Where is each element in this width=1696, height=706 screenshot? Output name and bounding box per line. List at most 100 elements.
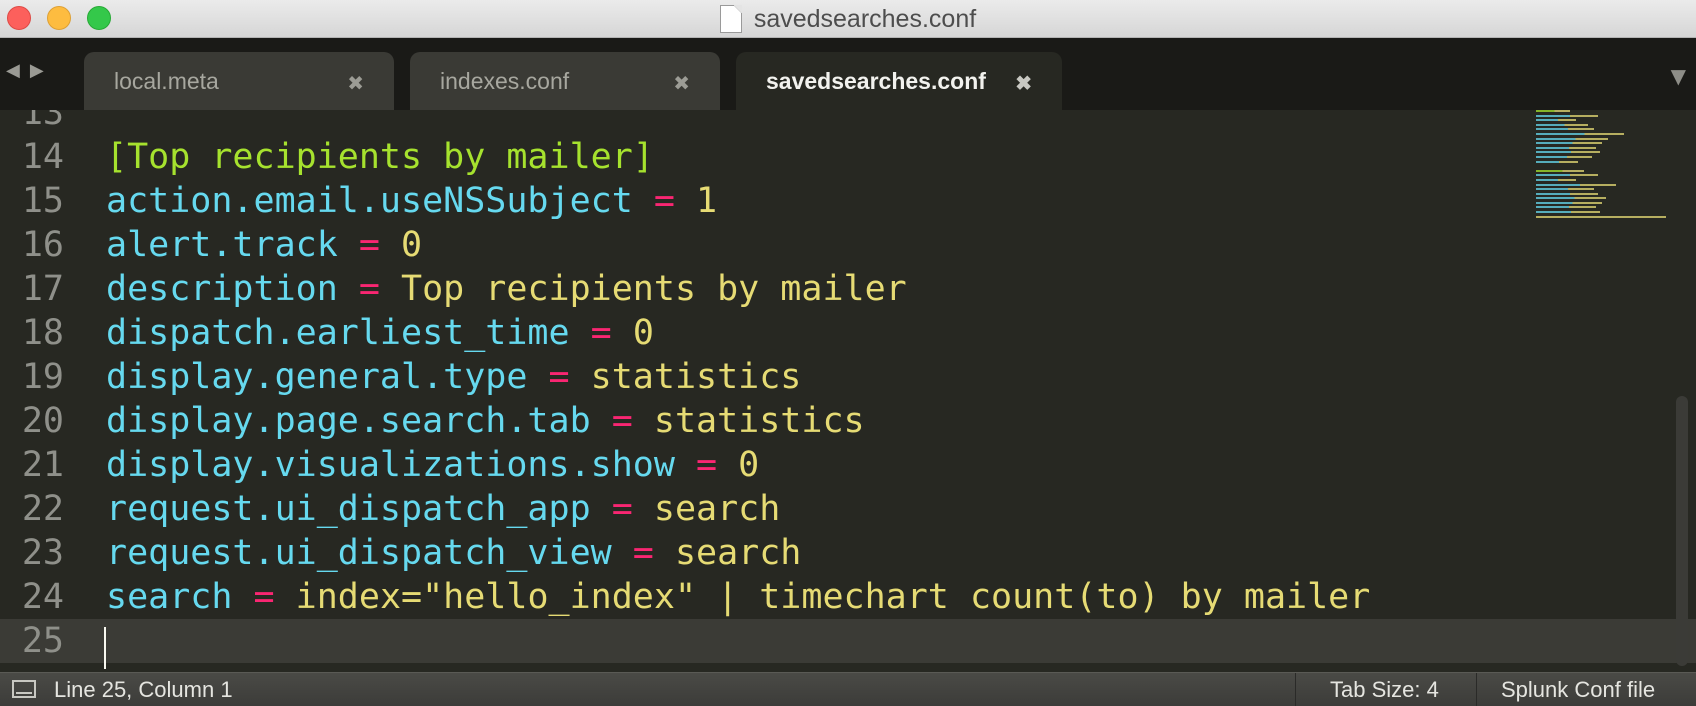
minimap-line — [1536, 206, 1596, 209]
syntax-token: = — [232, 577, 296, 617]
code-line[interactable]: 20 display.page.search.tab = statistics — [0, 399, 1510, 443]
tab-label: indexes.conf — [440, 67, 570, 94]
line-number: 15 — [21, 181, 64, 221]
code-line[interactable]: 14 [Top recipients by mailer] — [0, 135, 1510, 179]
tab-bar: ◀ ▶ local.meta ✖ indexes.conf ✖ savedsea… — [0, 38, 1696, 110]
tab-savedsearches-conf[interactable]: savedsearches.conf ✖ — [736, 52, 1062, 110]
minimap-line — [1536, 155, 1592, 158]
line-number: 13 — [21, 110, 64, 133]
line-content: description = Top recipients by mailer — [106, 269, 907, 309]
line-content: request.ui_dispatch_app = search — [106, 489, 780, 529]
close-tab-icon[interactable]: ✖ — [347, 71, 364, 96]
code-editor[interactable]: 13 14 [Top recipients by mailer] 15 action.e… — [0, 110, 1696, 672]
syntax-token: 1 — [696, 181, 718, 221]
tab-local-meta[interactable]: local.meta ✖ — [84, 52, 394, 110]
code-line[interactable]: 23 request.ui_dispatch_view = search — [0, 531, 1510, 575]
syntax-token: index="hello_index" | timechart count(to… — [295, 577, 1371, 617]
minimap-line — [1536, 174, 1598, 177]
line-number: 21 — [21, 445, 64, 485]
line-number: 24 — [21, 577, 64, 617]
syntax-token: 0 — [401, 225, 423, 265]
minimap-line — [1536, 178, 1576, 181]
next-tab-icon[interactable]: ▶ — [30, 60, 44, 81]
syntax-token: search — [106, 577, 233, 617]
tab-size-setting[interactable]: Tab Size: 4 — [1295, 673, 1475, 706]
syntax-token: = — [632, 181, 697, 221]
minimap-line — [1536, 169, 1584, 172]
minimap-line — [1536, 188, 1594, 191]
code-line[interactable]: 16 alert.track = 0 — [0, 223, 1510, 267]
syntax-token: action.email.useNSSubject — [106, 181, 633, 221]
syntax-token: display.page.search.tab — [106, 401, 591, 441]
syntax-token: request.ui_dispatch_app — [106, 489, 591, 529]
code-line[interactable]: 22 request.ui_dispatch_app = search — [0, 487, 1510, 531]
minimap-line — [1536, 114, 1598, 117]
syntax-token: = — [674, 445, 739, 485]
code-line[interactable]: 19 display.general.type = statistics — [0, 355, 1510, 399]
minimap-line — [1536, 192, 1598, 195]
line-content: request.ui_dispatch_view = search — [106, 533, 801, 573]
tab-indexes-conf[interactable]: indexes.conf ✖ — [410, 52, 720, 110]
syntax-token: display.visualizations.show — [106, 445, 675, 485]
syntax-token: [Top recipients by mailer] — [106, 137, 654, 177]
syntax-token: alert.track — [106, 225, 338, 265]
minimap-line — [1536, 132, 1624, 135]
syntax-token: = — [337, 269, 402, 309]
code-line[interactable]: 18 dispatch.earliest_time = 0 — [0, 311, 1510, 355]
code-line[interactable]: 21 display.visualizations.show = 0 — [0, 443, 1510, 487]
line-content: display.visualizations.show = 0 — [106, 445, 759, 485]
line-content: display.page.search.tab = statistics — [106, 401, 865, 441]
line-number: 20 — [21, 401, 64, 441]
line-content: search = index="hello_index" | timechart… — [106, 577, 1370, 617]
syntax-token: dispatch.earliest_time — [106, 313, 570, 353]
document-icon — [719, 5, 742, 33]
syntax-token: search — [674, 533, 802, 573]
tab-menu-icon[interactable]: ▼ — [1671, 64, 1686, 88]
tab-label: savedsearches.conf — [766, 67, 986, 94]
window-title-text: savedsearches.conf — [753, 4, 977, 33]
syntax-token: statistics — [653, 401, 865, 441]
minimap[interactable] — [1536, 110, 1666, 218]
minimap-line — [1536, 211, 1600, 214]
line-number: 22 — [21, 489, 64, 529]
tab-navigation: ◀ ▶ — [6, 60, 44, 81]
line-number: 16 — [21, 225, 64, 265]
minimap-line — [1536, 201, 1602, 204]
panel-toggle-icon[interactable] — [12, 680, 36, 698]
code-line[interactable]: 25 — [0, 619, 1696, 663]
syntax-token: = — [611, 533, 675, 573]
tab-label: local.meta — [114, 67, 219, 94]
line-content: alert.track = 0 — [106, 225, 422, 265]
line-content: display.general.type = statistics — [106, 357, 801, 397]
code-line[interactable]: 17 description = Top recipients by mailer — [0, 267, 1510, 311]
window-title: savedsearches.conf — [0, 0, 1696, 38]
minimap-line — [1536, 137, 1608, 140]
minimap-line — [1536, 151, 1600, 154]
line-number: 18 — [21, 313, 64, 353]
line-number: 17 — [21, 269, 64, 309]
code-line[interactable]: 24 search = index="hello_index" | timecha… — [0, 575, 1510, 619]
syntax-token: search — [653, 489, 781, 529]
previous-tab-icon[interactable]: ◀ — [6, 60, 20, 81]
line-content: action.email.useNSSubject = 1 — [106, 181, 717, 221]
minimap-line — [1536, 183, 1616, 186]
syntax-setting[interactable]: Splunk Conf file — [1476, 673, 1696, 706]
syntax-token: 0 — [738, 445, 760, 485]
syntax-token: = — [590, 401, 654, 441]
syntax-token: = — [527, 357, 591, 397]
line-content: dispatch.earliest_time = 0 — [106, 313, 654, 353]
line-number: 25 — [21, 621, 64, 661]
line-number: 19 — [21, 357, 64, 397]
close-tab-icon[interactable]: ✖ — [673, 71, 690, 96]
vertical-scrollbar[interactable] — [1676, 396, 1688, 666]
code-line[interactable]: 13 — [0, 110, 1510, 135]
syntax-token: display.general.type — [106, 357, 528, 397]
line-content: [Top recipients by mailer] — [106, 137, 654, 177]
syntax-token: description — [106, 269, 338, 309]
cursor-position: Line 25, Column 1 — [54, 677, 233, 702]
syntax-token: = — [337, 225, 402, 265]
code-line[interactable]: 15 action.email.useNSSubject = 1 — [0, 179, 1510, 223]
text-cursor — [104, 627, 106, 669]
close-tab-icon[interactable]: ✖ — [1015, 71, 1032, 96]
syntax-token: Top recipients by mailer — [401, 269, 907, 309]
